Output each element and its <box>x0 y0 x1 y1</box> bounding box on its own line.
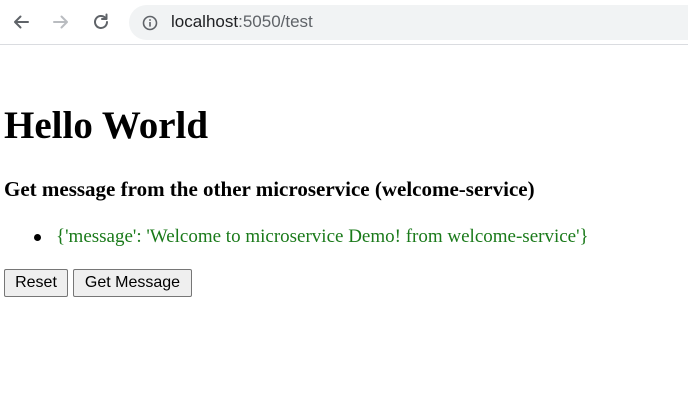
page-title: Hello World <box>4 104 209 147</box>
reload-icon[interactable] <box>90 11 112 33</box>
info-icon[interactable] <box>142 15 158 31</box>
address-bar[interactable]: localhost:5050/test <box>129 5 688 40</box>
browser-toolbar: localhost:5050/test <box>0 0 688 45</box>
get-message-button[interactable]: Get Message <box>73 269 192 297</box>
url-host: localhost <box>171 12 239 31</box>
bullet-icon <box>34 234 41 241</box>
list-item: {'message': 'Welcome to microservice Dem… <box>0 225 589 249</box>
forward-arrow-icon[interactable] <box>50 11 72 33</box>
back-arrow-icon[interactable] <box>10 11 32 33</box>
message-text: {'message': 'Welcome to microservice Dem… <box>56 226 589 247</box>
section-heading: Get message from the other microservice … <box>4 177 535 201</box>
url-path: :5050/test <box>238 12 313 31</box>
message-list: {'message': 'Welcome to microservice Dem… <box>0 225 589 249</box>
url-text[interactable]: localhost:5050/test <box>171 12 313 32</box>
reset-button[interactable]: Reset <box>4 269 68 297</box>
